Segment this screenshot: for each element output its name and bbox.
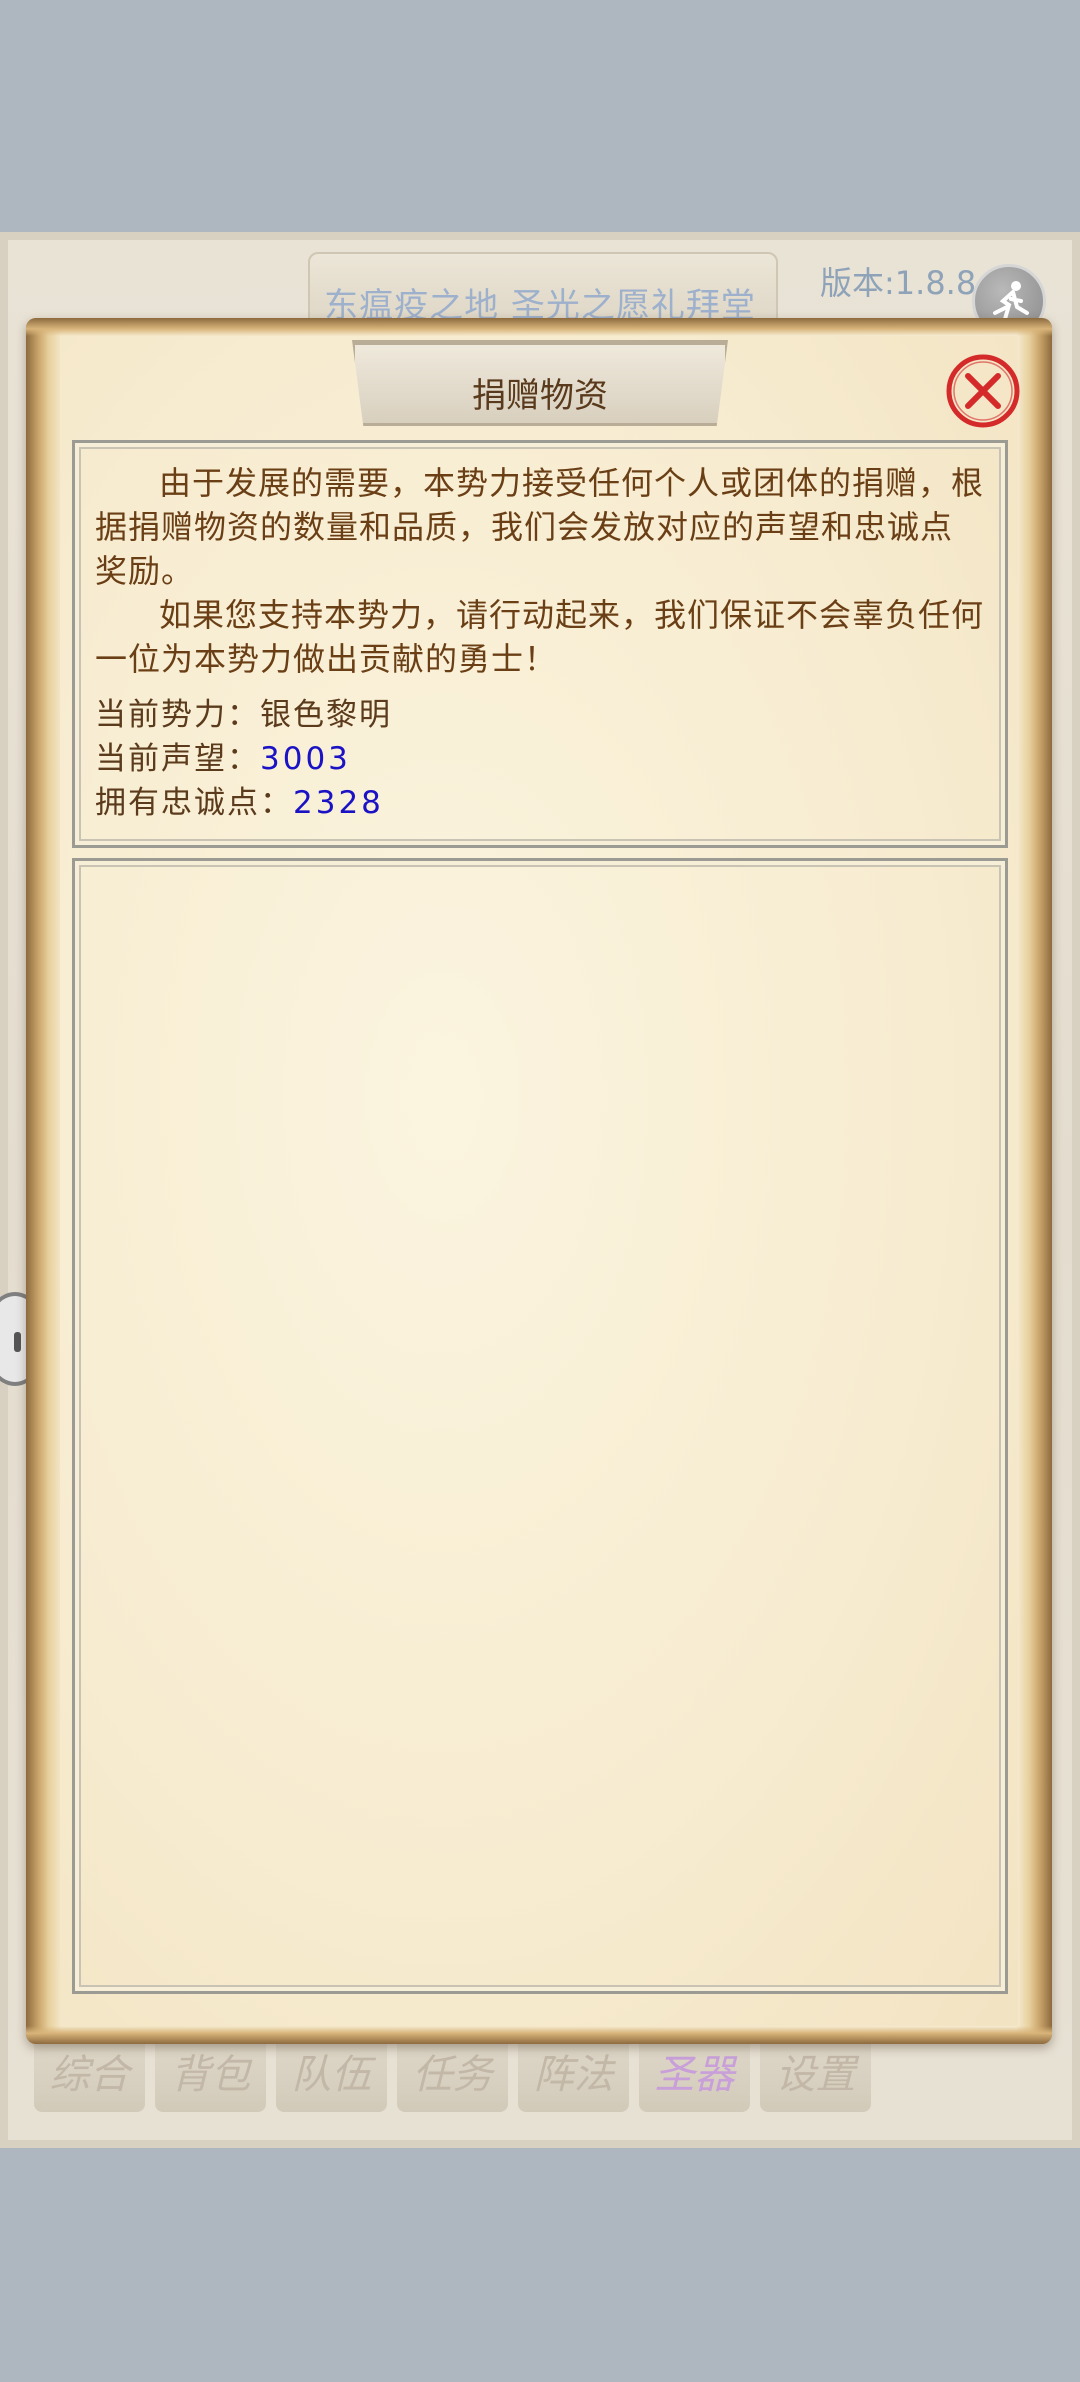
- loyalty-value: 2328: [293, 785, 384, 821]
- faction-label: 当前势力：: [95, 697, 260, 733]
- tab-bag[interactable]: 背包: [155, 2032, 266, 2112]
- reputation-label: 当前声望：: [95, 741, 260, 777]
- donation-items-list[interactable]: [72, 858, 1008, 1994]
- intro-paragraph: 由于发展的需要，本势力接受任何个人或团体的捐赠，根据捐赠物资的数量和品质，我们会…: [95, 464, 985, 590]
- tab-team[interactable]: 队伍: [276, 2032, 387, 2112]
- close-button[interactable]: [944, 352, 1022, 430]
- loyalty-row: 拥有忠诚点：2328: [95, 781, 985, 825]
- support-paragraph: 如果您支持本势力，请行动起来，我们保证不会辜负任何一位为本势力做出贡献的勇士！: [95, 596, 985, 678]
- dialog-title: 捐赠物资: [472, 376, 608, 416]
- bottom-tab-bar: 综合 背包 队伍 任务 阵法 圣器 设置: [34, 2032, 871, 2112]
- faction-value: 银色黎明: [260, 697, 392, 733]
- loyalty-label: 拥有忠诚点：: [95, 785, 293, 821]
- close-x-icon: [946, 354, 1020, 428]
- tab-settings[interactable]: 设置: [760, 2032, 871, 2112]
- version-label: 版本:1.8.8: [820, 264, 977, 302]
- stats-block: 当前势力：银色黎明 当前声望：3003 拥有忠诚点：2328: [95, 693, 985, 825]
- donation-info-box: 由于发展的需要，本势力接受任何个人或团体的捐赠，根据捐赠物资的数量和品质，我们会…: [72, 440, 1008, 848]
- tab-quest[interactable]: 任务: [397, 2032, 508, 2112]
- faction-row: 当前势力：银色黎明: [95, 693, 985, 737]
- tab-general[interactable]: 综合: [34, 2032, 145, 2112]
- pause-icon: [14, 1332, 21, 1352]
- tab-formation[interactable]: 阵法: [518, 2032, 629, 2112]
- tab-holy-artifact[interactable]: 圣器: [639, 2032, 750, 2112]
- reputation-value: 3003: [260, 741, 351, 777]
- reputation-row: 当前声望：3003: [95, 737, 985, 781]
